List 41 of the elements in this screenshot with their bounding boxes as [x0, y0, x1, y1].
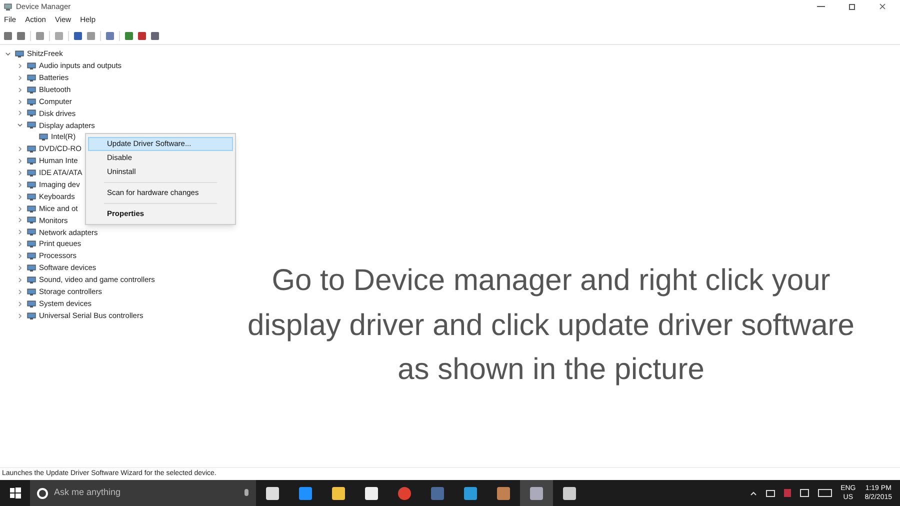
computer-icon: [4, 2, 12, 10]
device-icon: [27, 204, 36, 213]
device-icon: [39, 133, 48, 142]
device-icon: [27, 264, 36, 272]
microphone-icon[interactable]: [244, 488, 249, 498]
device-icon: [27, 86, 36, 94]
close-icon[interactable]: [879, 3, 886, 10]
chevron-down-icon[interactable]: [17, 122, 23, 128]
cortana-icon: [37, 488, 48, 498]
device-icon: [27, 252, 36, 260]
taskbar-app-icon[interactable]: [563, 486, 576, 500]
caption-text: Go to Device manager and right click your display driver and click update driver software as shown in the picture: [246, 263, 856, 388]
device-icon: [27, 145, 36, 154]
device-icon: [27, 240, 36, 248]
device-icon: [27, 216, 36, 224]
device-icon: [27, 121, 36, 130]
device-icon: [27, 276, 36, 284]
taskbar-app-icon[interactable]: [365, 486, 378, 500]
device-icon: [27, 62, 36, 70]
device-icon: [27, 180, 36, 189]
keyboard-icon[interactable]: [818, 489, 832, 497]
device-icon: [27, 156, 36, 165]
device-icon: [27, 300, 36, 308]
device-icon: [27, 74, 36, 82]
device-icon: [27, 109, 36, 118]
message-icon[interactable]: [800, 489, 809, 497]
maximize-icon[interactable]: [849, 4, 855, 10]
device-icon: [27, 312, 36, 320]
device-icon: [27, 168, 36, 177]
caret-up-icon[interactable]: [750, 490, 757, 496]
device-icon: [27, 288, 36, 296]
search-field[interactable]: Ask me anything: [30, 480, 256, 506]
device-icon: [15, 50, 24, 58]
device-icon: [27, 192, 36, 201]
taskbar-app-icon[interactable]: [332, 486, 345, 500]
toolbar-icon[interactable]: [106, 32, 114, 40]
taskbar-app-icon[interactable]: [266, 486, 279, 500]
toolbar-icon[interactable]: [36, 32, 44, 40]
device-icon: [27, 228, 36, 236]
device-icon: [27, 98, 36, 106]
chevron-down-icon[interactable]: [5, 50, 11, 57]
